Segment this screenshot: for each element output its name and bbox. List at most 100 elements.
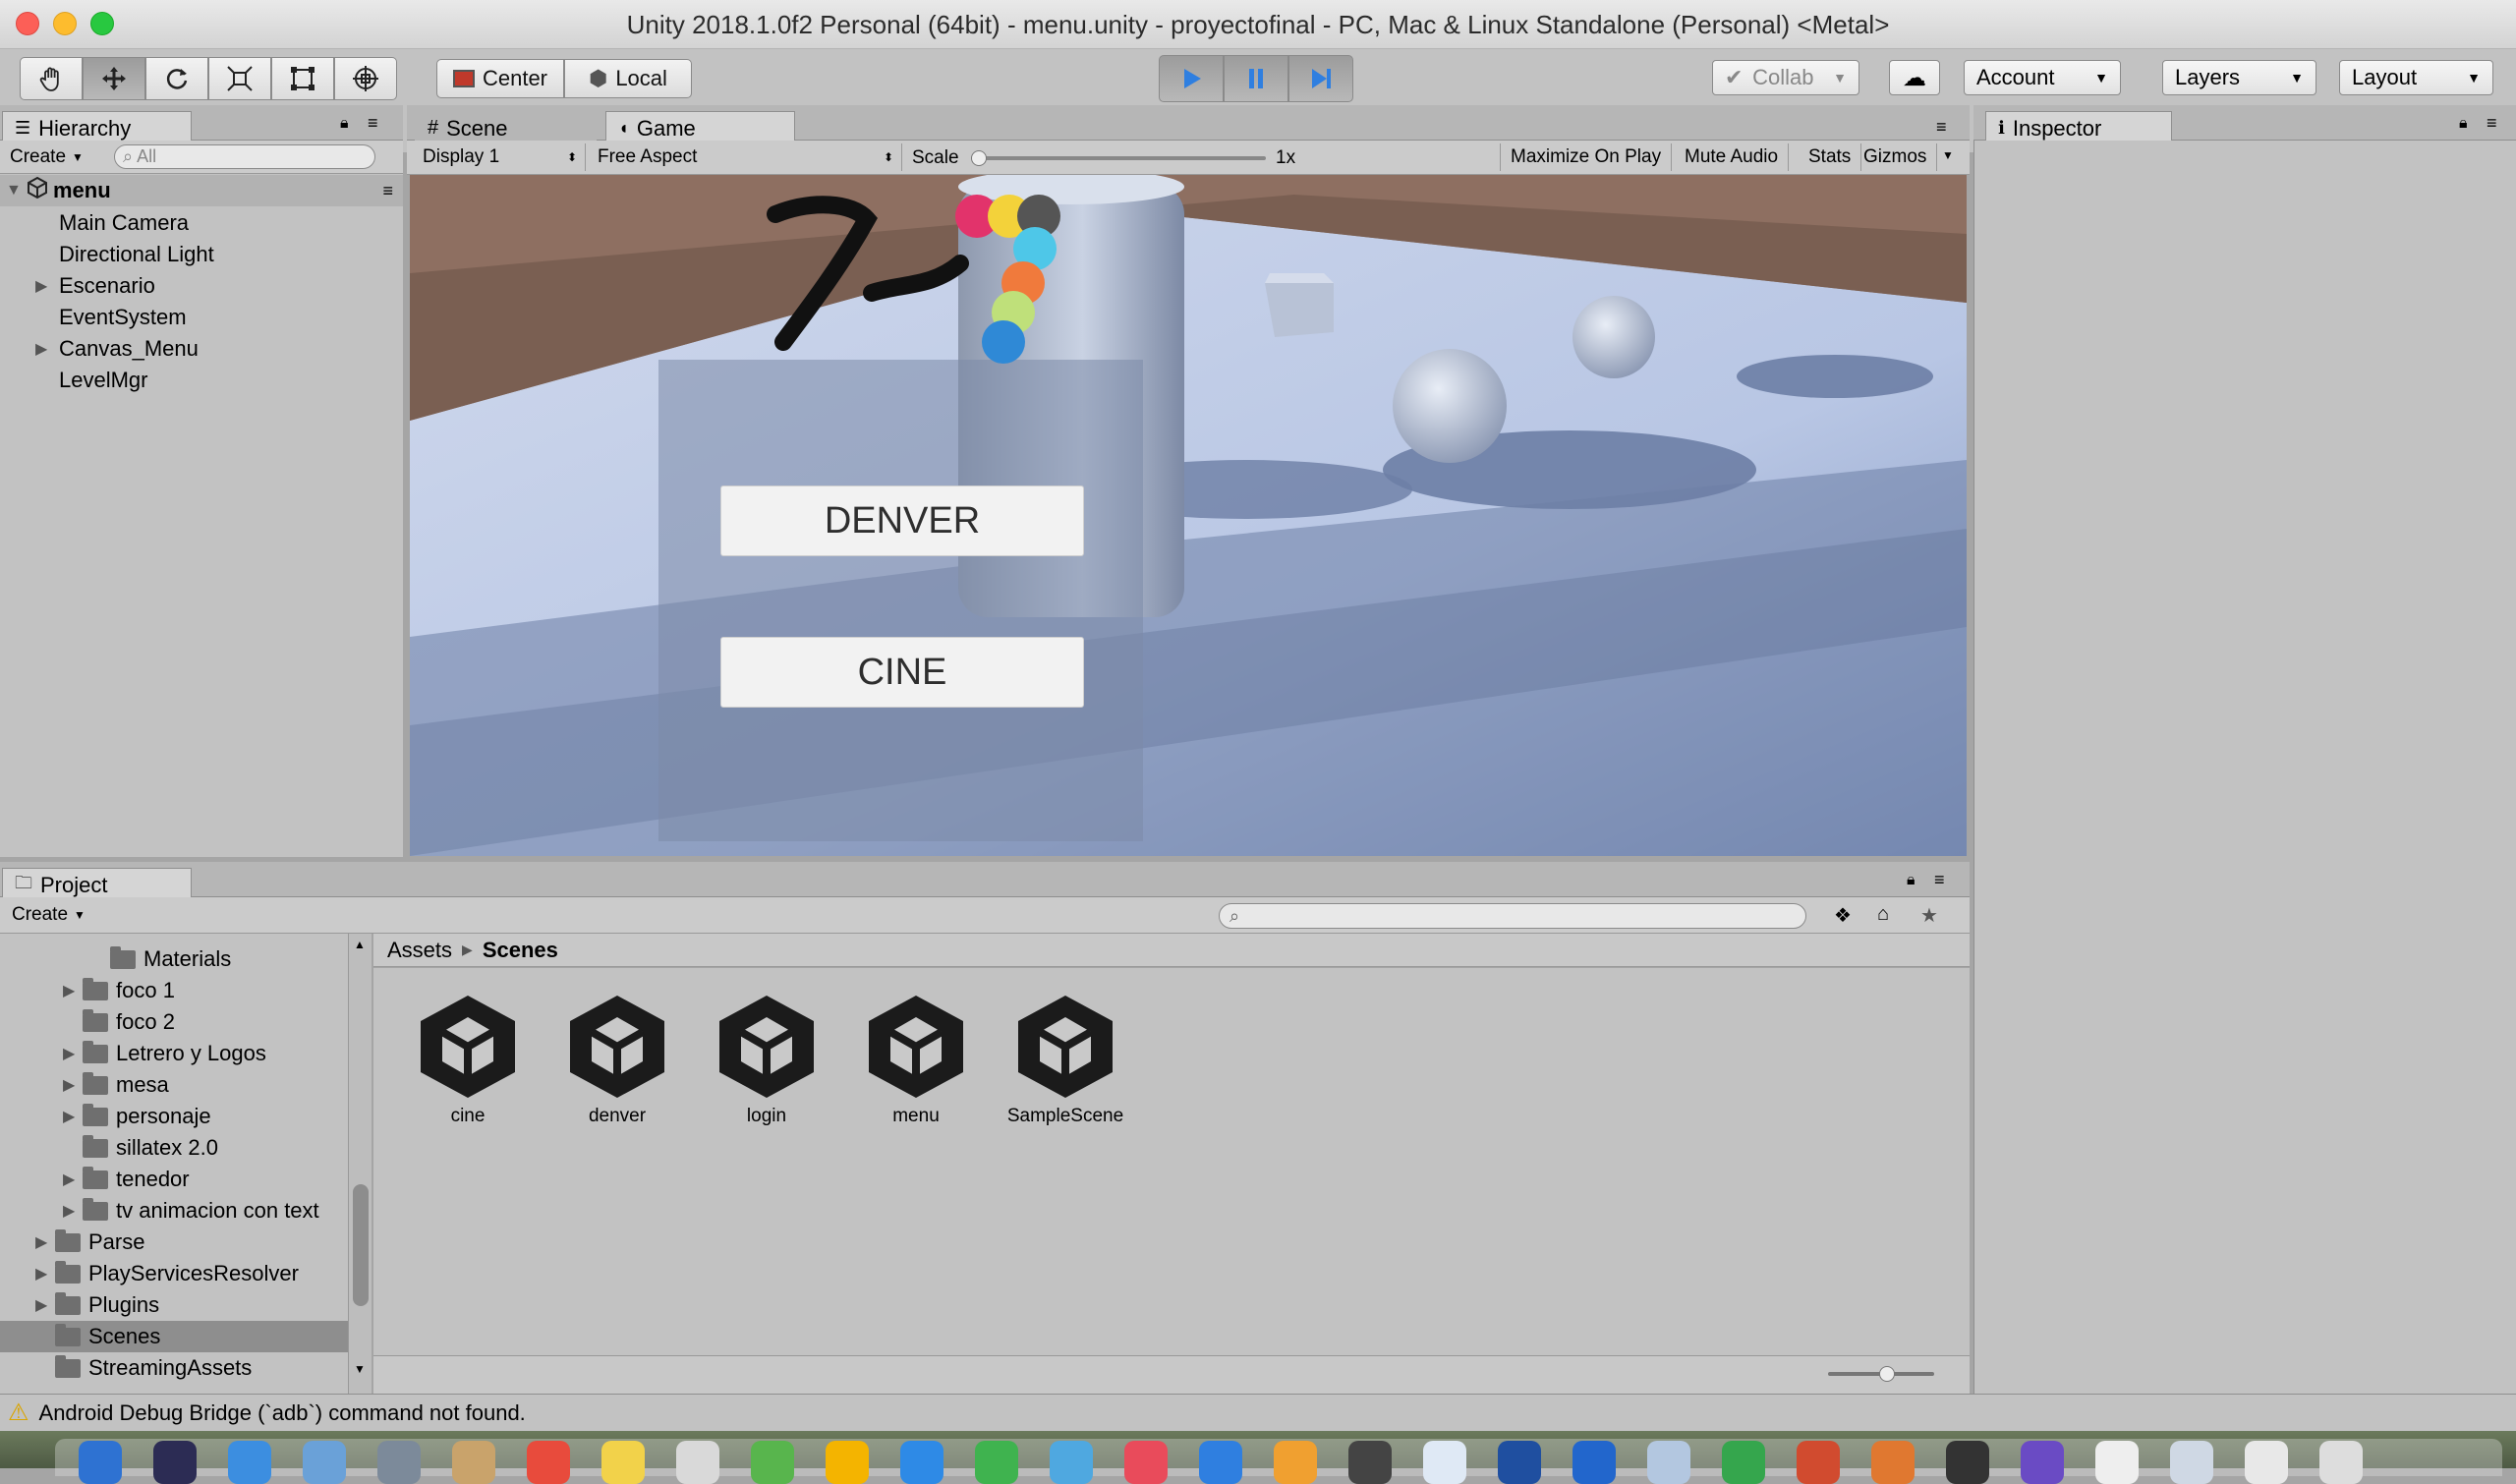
pause-button[interactable]: [1224, 55, 1288, 102]
panel-menu-icon[interactable]: ≡: [2487, 113, 2497, 134]
panel-menu-icon[interactable]: ≡: [368, 113, 378, 134]
project-folder-item[interactable]: Scenes: [0, 1321, 348, 1352]
step-button[interactable]: [1288, 55, 1353, 102]
dock-app-icon[interactable]: [1647, 1441, 1690, 1484]
dock-app-icon[interactable]: [1274, 1441, 1317, 1484]
dock-app-icon[interactable]: [1050, 1441, 1093, 1484]
pivot-center-button[interactable]: Center: [436, 59, 564, 98]
dock-app-icon[interactable]: [153, 1441, 197, 1484]
lock-icon[interactable]: 🔒︎: [340, 115, 349, 133]
dock-app-icon[interactable]: [228, 1441, 271, 1484]
dock-app-icon[interactable]: [975, 1441, 1018, 1484]
project-folder-item[interactable]: Materials: [0, 943, 348, 975]
filter-by-type-icon[interactable]: ❖: [1834, 903, 1852, 928]
icon-size-slider-thumb[interactable]: [1879, 1366, 1895, 1382]
favorites-star-icon[interactable]: ★: [1920, 903, 1938, 928]
dock-app-icon[interactable]: [79, 1441, 122, 1484]
panel-menu-icon[interactable]: ≡: [1934, 870, 1945, 890]
scene-asset-tile[interactable]: SampleScene: [997, 988, 1134, 1127]
hierarchy-item[interactable]: LevelMgr: [0, 365, 403, 396]
gizmos-toggle[interactable]: Gizmos: [1854, 143, 1938, 171]
expand-triangle-icon[interactable]: ▶: [63, 1044, 83, 1063]
tree-scrollbar-thumb[interactable]: [353, 1184, 369, 1306]
dock-app-icon[interactable]: [377, 1441, 421, 1484]
dock-app-icon[interactable]: [1348, 1441, 1392, 1484]
dock-app-icon[interactable]: [1572, 1441, 1616, 1484]
lock-icon[interactable]: 🔒︎: [1907, 872, 1916, 889]
scene-header-row[interactable]: ▼ menu ≡: [0, 175, 403, 206]
dock-app-icon[interactable]: [2245, 1441, 2288, 1484]
gizmos-dropdown-icon[interactable]: ▼: [1942, 148, 1954, 162]
project-folder-item[interactable]: ▶ Plugins: [0, 1289, 348, 1321]
project-create-button[interactable]: Create ▼: [12, 901, 86, 929]
scene-asset-tile[interactable]: login: [698, 988, 835, 1127]
layout-dropdown[interactable]: Layout ▼: [2339, 60, 2493, 95]
account-dropdown[interactable]: Account ▼: [1964, 60, 2121, 95]
dock-app-icon[interactable]: [1871, 1441, 1915, 1484]
hierarchy-create-button[interactable]: Create ▼: [10, 143, 84, 171]
dock-app-icon[interactable]: [1722, 1441, 1765, 1484]
project-folder-item[interactable]: ▶ mesa: [0, 1069, 348, 1101]
expand-triangle-icon[interactable]: ▶: [35, 1295, 55, 1315]
hierarchy-item[interactable]: Directional Light: [0, 239, 403, 270]
expand-triangle-icon[interactable]: ▶: [63, 1107, 83, 1126]
dock-app-icon[interactable]: [1946, 1441, 1989, 1484]
dock-app-icon[interactable]: [826, 1441, 869, 1484]
dock-app-icon[interactable]: [303, 1441, 346, 1484]
dock-app-icon[interactable]: [676, 1441, 719, 1484]
project-folder-item[interactable]: ▶ PlayServicesResolver: [0, 1258, 348, 1289]
scale-slider[interactable]: [971, 150, 1266, 166]
status-message[interactable]: Android Debug Bridge (`adb`) command not…: [39, 1400, 526, 1426]
cloud-services-button[interactable]: ☁: [1889, 60, 1940, 95]
hierarchy-item[interactable]: ▶ Escenario: [0, 270, 403, 302]
scene-asset-tile[interactable]: cine: [399, 988, 537, 1127]
dock-app-icon[interactable]: [1199, 1441, 1242, 1484]
move-tool-button[interactable]: [83, 57, 145, 100]
tab-inspector[interactable]: ℹ Inspector: [1985, 111, 2172, 144]
panel-menu-icon[interactable]: ≡: [1936, 117, 1947, 138]
scale-tool-button[interactable]: [208, 57, 271, 100]
filter-by-label-icon[interactable]: ⌂: [1877, 903, 1889, 926]
dock-app-icon[interactable]: [452, 1441, 495, 1484]
game-view[interactable]: DENVER CINE: [410, 175, 1967, 856]
expand-triangle-icon[interactable]: ▶: [63, 1075, 83, 1095]
hand-tool-button[interactable]: [20, 57, 83, 100]
rect-tool-button[interactable]: [271, 57, 334, 100]
expand-triangle-icon[interactable]: ▶: [63, 1170, 83, 1189]
tab-game[interactable]: ◖ Game: [605, 111, 795, 144]
expand-triangle-icon[interactable]: ▶: [35, 276, 55, 296]
tree-scrollbar[interactable]: ▲ ▼: [348, 934, 372, 1394]
expand-triangle-icon[interactable]: ▶: [35, 1232, 55, 1252]
project-search-input[interactable]: ⌕: [1219, 903, 1806, 929]
expand-triangle-icon[interactable]: ▶: [63, 1201, 83, 1221]
breadcrumb-scenes[interactable]: Scenes: [483, 938, 558, 963]
lock-icon[interactable]: 🔒︎: [2459, 115, 2468, 133]
project-folder-item[interactable]: ▶ personaje: [0, 1101, 348, 1132]
expand-triangle-icon[interactable]: ▶: [35, 339, 55, 359]
cine-button[interactable]: CINE: [720, 637, 1084, 708]
maximize-on-play-toggle[interactable]: Maximize On Play: [1500, 143, 1673, 171]
dock-app-icon[interactable]: [2021, 1441, 2064, 1484]
project-folder-item[interactable]: ▶ Parse: [0, 1227, 348, 1258]
hierarchy-item[interactable]: ▶ Canvas_Menu: [0, 333, 403, 365]
scroll-up-icon[interactable]: ▲: [354, 938, 366, 951]
aspect-select[interactable]: Free Aspect ⬍: [598, 143, 902, 171]
play-button[interactable]: [1159, 55, 1224, 102]
scene-asset-tile[interactable]: denver: [548, 988, 686, 1127]
project-folder-item[interactable]: ▶ Letrero y Logos: [0, 1038, 348, 1069]
dock-app-icon[interactable]: [527, 1441, 570, 1484]
dock-app-icon[interactable]: [1124, 1441, 1168, 1484]
project-folder-item[interactable]: ▶ foco 1: [0, 975, 348, 1006]
tab-project[interactable]: 🗀︎ Project: [2, 868, 192, 901]
pivot-local-button[interactable]: ⬢ Local: [564, 59, 692, 98]
scene-asset-tile[interactable]: menu: [847, 988, 985, 1127]
dock-app-icon[interactable]: [1423, 1441, 1466, 1484]
tab-hierarchy[interactable]: ☰ Hierarchy: [2, 111, 192, 144]
dock-app-icon[interactable]: [900, 1441, 944, 1484]
project-folder-item[interactable]: ▶ tenedor: [0, 1164, 348, 1195]
denver-button[interactable]: DENVER: [720, 485, 1084, 556]
project-folder-item[interactable]: StreamingAssets: [0, 1352, 348, 1384]
collab-dropdown[interactable]: ✔ Collab ▼: [1712, 60, 1859, 95]
scroll-down-icon[interactable]: ▼: [354, 1362, 366, 1376]
expand-triangle-icon[interactable]: ▼: [6, 182, 26, 200]
